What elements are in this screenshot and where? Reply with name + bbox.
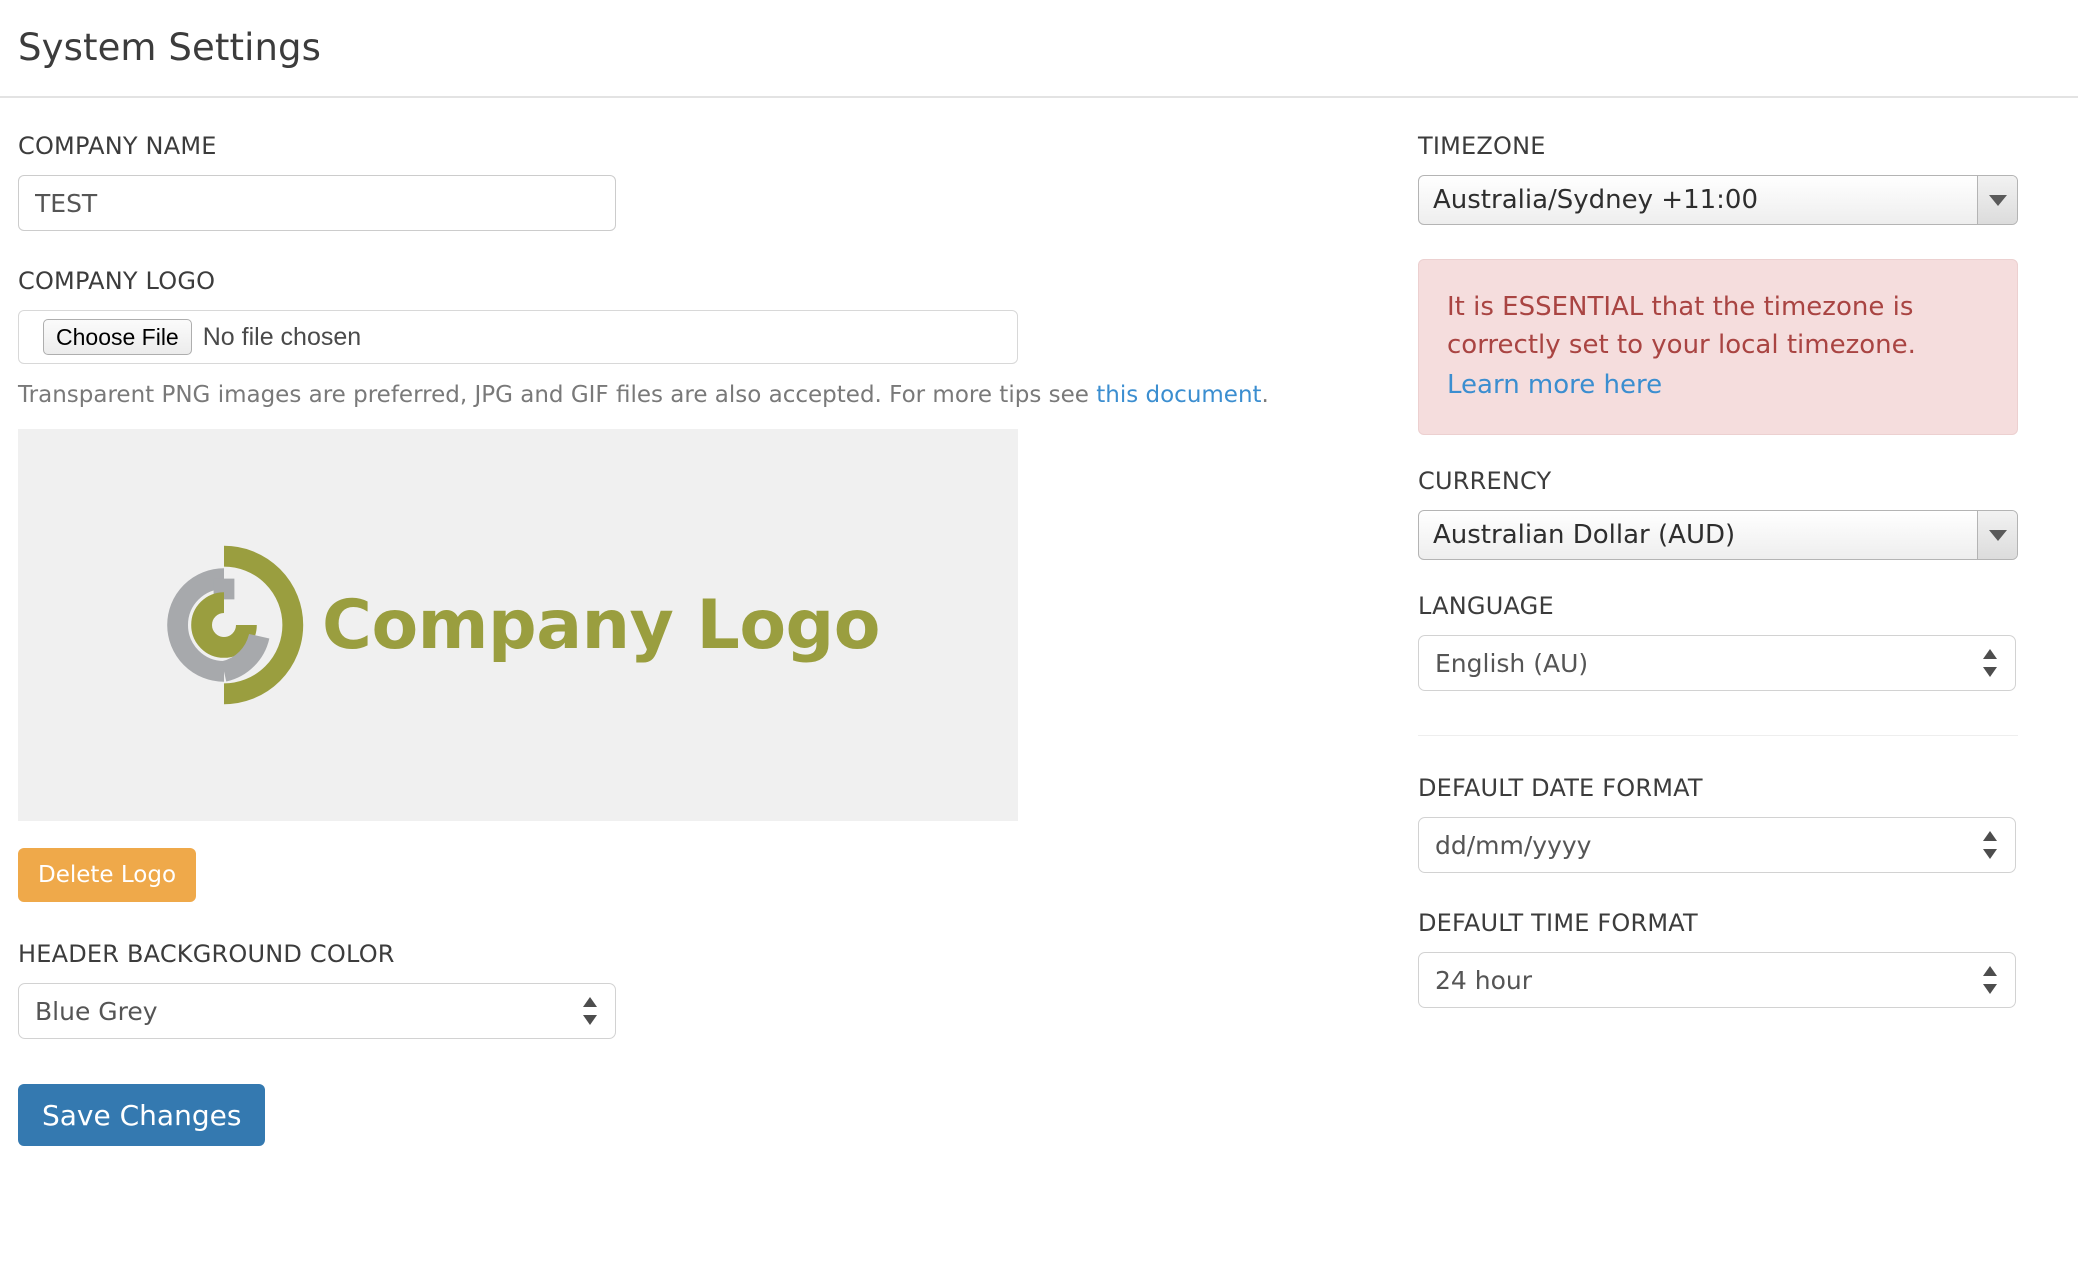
- logo-help-text-body: Transparent PNG images are preferred, JP…: [18, 382, 1097, 408]
- logo-wordmark-text: Company Logo: [322, 585, 880, 665]
- logo-preview-box: Company Logo: [18, 429, 1018, 821]
- timezone-field-group: TIMEZONE Australia/Sydney +11:00: [1418, 134, 2018, 225]
- date-format-value: dd/mm/yyyy: [1435, 830, 1592, 860]
- date-format-field-group: DEFAULT DATE FORMAT dd/mm/yyyy: [1418, 776, 2018, 873]
- chevron-down-icon[interactable]: [1977, 511, 2017, 559]
- time-format-select[interactable]: 24 hour: [1418, 952, 2016, 1008]
- choose-file-button[interactable]: Choose File: [43, 319, 192, 355]
- stepper-arrows-icon: [1983, 649, 1997, 677]
- header-background-color-value: Blue Grey: [35, 996, 158, 1026]
- time-format-value: 24 hour: [1435, 965, 1533, 995]
- chosen-file-name: No file chosen: [202, 322, 362, 351]
- language-field-group: LANGUAGE English (AU): [1418, 594, 2018, 691]
- page-title: System Settings: [18, 26, 321, 69]
- logo-help-text-period: .: [1261, 382, 1269, 408]
- this-document-link[interactable]: this document: [1096, 382, 1261, 408]
- stepper-arrows-icon: [583, 997, 597, 1025]
- timezone-select[interactable]: Australia/Sydney +11:00: [1418, 175, 2018, 225]
- chevron-down-icon[interactable]: [1977, 176, 2017, 224]
- header-background-color-select[interactable]: Blue Grey: [18, 983, 616, 1039]
- time-format-field-group: DEFAULT TIME FORMAT 24 hour: [1418, 911, 2018, 1008]
- timezone-warning-text: It is ESSENTIAL that the timezone is cor…: [1447, 292, 1916, 360]
- logo-mark-icon: [167, 545, 304, 705]
- right-column: TIMEZONE Australia/Sydney +11:00 It is E…: [1418, 134, 2018, 1008]
- left-column: COMPANY NAME COMPANY LOGO Choose File No…: [18, 134, 1269, 1146]
- currency-label: CURRENCY: [1418, 467, 1552, 495]
- save-changes-button[interactable]: Save Changes: [18, 1084, 266, 1146]
- company-name-input[interactable]: [18, 175, 616, 231]
- header-background-color-label: HEADER BACKGROUND COLOR: [18, 940, 395, 968]
- timezone-label: TIMEZONE: [1418, 132, 1546, 160]
- language-value: English (AU): [1435, 648, 1589, 678]
- time-format-label: DEFAULT TIME FORMAT: [1418, 909, 1698, 937]
- timezone-value: Australia/Sydney +11:00: [1433, 185, 1758, 215]
- currency-field-group: CURRENCY Australian Dollar (AUD): [1418, 469, 2018, 560]
- language-label: LANGUAGE: [1418, 592, 1554, 620]
- language-select[interactable]: English (AU): [1418, 635, 2016, 691]
- stepper-arrows-icon: [1983, 966, 1997, 994]
- logo-file-input[interactable]: Choose File No file chosen: [18, 310, 1018, 364]
- company-logo-label: COMPANY LOGO: [18, 267, 216, 295]
- currency-select[interactable]: Australian Dollar (AUD): [1418, 510, 2018, 560]
- date-format-label: DEFAULT DATE FORMAT: [1418, 774, 1703, 802]
- company-logo-image: Company Logo: [144, 545, 880, 705]
- learn-more-link[interactable]: Learn more here: [1447, 366, 1989, 404]
- page-header: System Settings: [0, 0, 2078, 98]
- currency-value: Australian Dollar (AUD): [1433, 520, 1736, 550]
- company-logo-field-group: COMPANY LOGO Choose File No file chosen …: [18, 267, 1269, 902]
- date-format-select[interactable]: dd/mm/yyyy: [1418, 817, 2016, 873]
- timezone-warning-alert: It is ESSENTIAL that the timezone is cor…: [1418, 259, 2018, 435]
- delete-logo-button[interactable]: Delete Logo: [18, 848, 197, 902]
- header-background-color-field-group: HEADER BACKGROUND COLOR Blue Grey: [18, 942, 1018, 1039]
- stepper-arrows-icon: [1983, 831, 1997, 859]
- company-name-field-group: COMPANY NAME: [18, 134, 1018, 231]
- company-name-label: COMPANY NAME: [18, 132, 217, 160]
- logo-help-text: Transparent PNG images are preferred, JP…: [18, 384, 1269, 407]
